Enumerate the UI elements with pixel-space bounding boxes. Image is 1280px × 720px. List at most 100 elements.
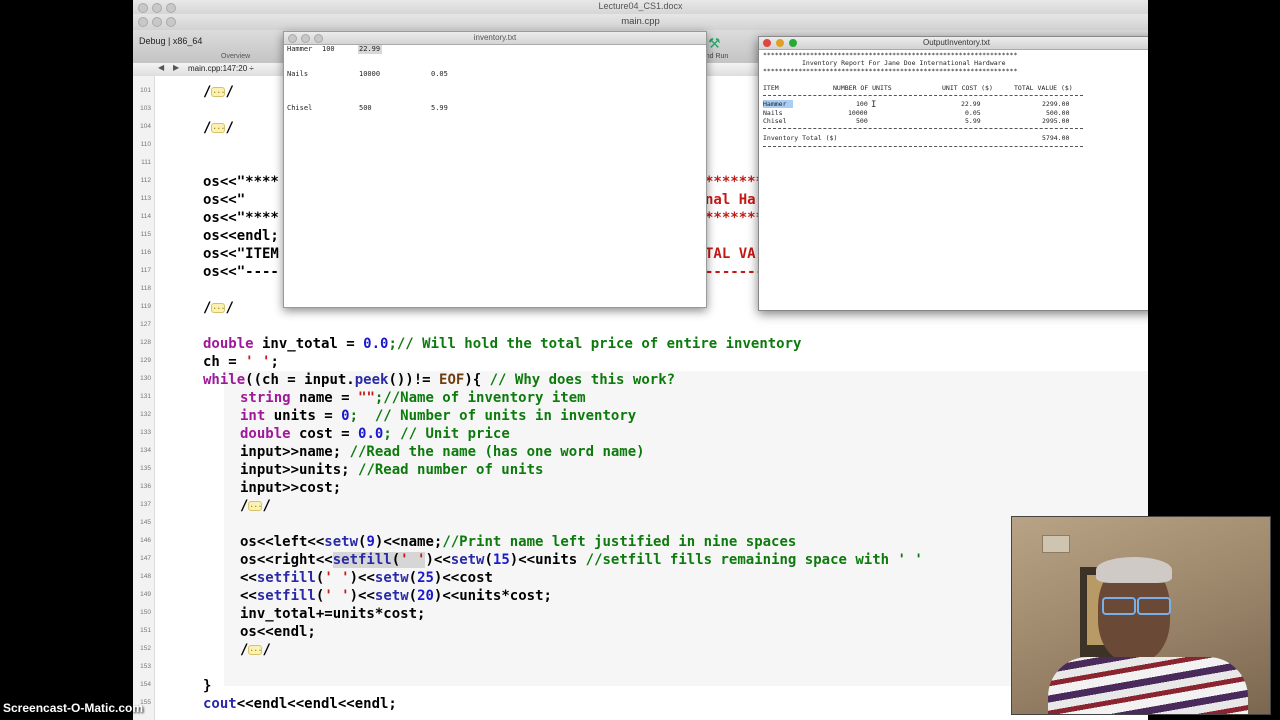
line-number: 150 [140,609,151,616]
line-number: 152 [140,645,151,652]
inventory-units: 100 [322,45,335,53]
text-cursor-icon: I [871,100,877,110]
overview-label: Overview [221,53,251,60]
code-line[interactable]: input>>units; //Read number of units [240,461,543,479]
line-number: 128 [140,339,151,346]
code-line[interactable]: ch = ' '; [203,353,279,371]
code-fragment: ------- [705,264,765,280]
scheme-selector[interactable]: Debug | x86_64 [139,36,202,46]
line-number: 103 [140,105,151,112]
line-number: 134 [140,447,151,454]
code-line[interactable]: /.../ [203,83,234,101]
line-number: 137 [140,501,151,508]
code-line[interactable]: os<<left<<setw(9)<<name;//Print name lef… [240,533,796,551]
code-line[interactable]: os<<endl; [203,227,279,245]
line-number: 129 [140,357,151,364]
line-number: 135 [140,465,151,472]
line-number: 112 [140,177,151,184]
inventory-name: Chisel [287,104,313,112]
line-number: 148 [140,573,151,580]
code-line[interactable]: os<<right<<setfill(' ')<<setw(15)<<units… [240,551,923,569]
code-line[interactable]: os<<endl; [240,623,316,641]
code-line[interactable]: input>>cost; [240,479,341,497]
line-number: 133 [140,429,151,436]
code-line[interactable]: os<<"---- [203,263,279,281]
inventory-name: Nails [287,70,309,78]
glasses-right [1137,597,1171,615]
line-number: 115 [140,231,151,238]
header-value: TOTAL VALUE ($) [1014,84,1073,92]
code-fragment: ******* [705,210,765,226]
striped-shirt [1048,657,1248,714]
output-window-titlebar[interactable]: OutputInventory.txt [759,37,1148,50]
line-number: 113 [140,195,151,202]
forward-arrow-icon[interactable]: ▶ [173,63,179,72]
line-number: 147 [140,555,151,562]
row-item: Hammer [763,100,787,108]
code-line[interactable]: string name = "";//Name of inventory ite… [240,389,586,407]
report-rule [763,95,1083,96]
row-units: 100 [856,100,868,108]
code-line[interactable]: while((ch = input.peek())!= EOF){ // Why… [203,371,675,389]
back-arrow-icon[interactable]: ◀ [158,63,164,72]
code-line[interactable]: <<setfill(' ')<<setw(20)<<units*cost; [240,587,552,605]
line-number: 110 [140,141,151,148]
report-stars: ****************************************… [763,67,1018,75]
row-value: 500.00 [1046,109,1070,117]
output-inventory-window[interactable]: OutputInventory.txt ********************… [758,36,1148,311]
row-value: 2299.00 [1042,100,1070,108]
line-number: 145 [140,519,151,526]
inventory-window-titlebar[interactable]: inventory.txt [284,32,706,45]
vent-icon [1042,535,1070,553]
code-line[interactable]: os<<"ITEM [203,245,279,263]
code-line[interactable]: /.../ [240,497,271,515]
jump-bar-file[interactable]: main.cpp:147:20 ÷ [188,64,254,73]
fold-placeholder: ... [211,87,226,97]
build-hammer-icon[interactable]: ⚒ [708,35,721,52]
row-cost: 22.99 [961,100,981,108]
code-line[interactable]: cout<<endl<<endl<<endl; [203,695,397,713]
line-number: 130 [140,375,151,382]
code-line[interactable]: double cost = 0.0; // Unit price [240,425,510,443]
row-value: 2995.00 [1042,117,1070,125]
code-line[interactable]: /.../ [240,641,271,659]
report-heading: Inventory Report For Jane Doe Internatio… [802,59,1006,67]
line-number: 104 [140,123,151,130]
line-number: 118 [140,285,151,292]
inventory-cost: 0.05 [431,70,448,78]
fold-placeholder: ... [248,501,263,511]
row-units: 500 [856,117,868,125]
code-line[interactable]: os<<" [203,191,245,209]
hair [1096,557,1172,583]
document-title: Lecture04_CS1.docx [598,1,683,11]
code-line[interactable]: <<setfill(' ')<<setw(25)<<cost [240,569,493,587]
row-cost: 5.99 [965,117,981,125]
row-units: 10000 [848,109,868,117]
code-line[interactable]: int units = 0; // Number of units in inv… [240,407,636,425]
code-line[interactable]: } [203,677,211,695]
code-line[interactable]: os<<"**** [203,173,279,191]
line-number: 119 [140,303,151,310]
code-line[interactable]: /.../ [203,299,234,317]
inventory-window-title: inventory.txt [473,33,517,42]
line-number: 101 [140,87,151,94]
inventory-cost: 22.99 [359,45,381,53]
total-label: Inventory Total ($) [763,134,838,142]
line-number: 153 [140,663,151,670]
line-number: 151 [140,627,151,634]
output-window-title: OutputInventory.txt [923,38,990,47]
line-number: 136 [140,483,151,490]
inventory-units: 500 [359,104,372,112]
xcode-window-title: main.cpp [621,16,660,27]
code-line[interactable]: double inv_total = 0.0;// Will hold the … [203,335,801,353]
code-line[interactable]: /.../ [203,119,234,137]
inventory-txt-window[interactable]: inventory.txt Hammer 100 22.99 Nails 100… [283,31,707,308]
report-rule [763,146,1083,147]
code-fragment: TAL VA [705,246,756,262]
line-number: 127 [140,321,151,328]
report-rule [763,128,1083,129]
code-line[interactable]: os<<"**** [203,209,279,227]
line-number: 146 [140,537,151,544]
code-line[interactable]: input>>name; //Read the name (has one wo… [240,443,645,461]
code-line[interactable]: inv_total+=units*cost; [240,605,425,623]
